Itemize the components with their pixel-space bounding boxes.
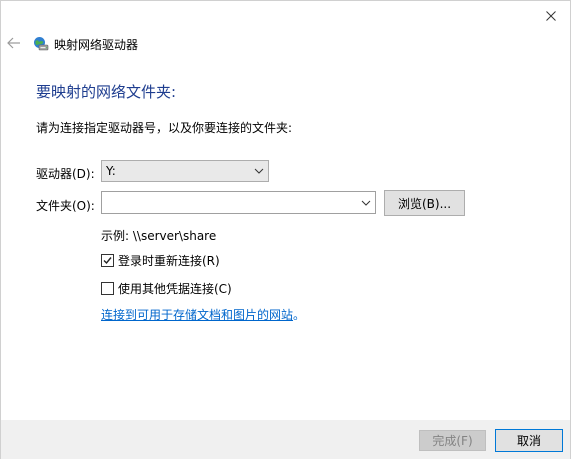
reconnect-option[interactable]: 登录时重新连接(R) xyxy=(101,252,220,269)
checkmark-icon xyxy=(103,257,112,265)
example-text: 示例: \\server\share xyxy=(101,229,217,243)
window-title: 映射网络驱动器 xyxy=(54,37,139,52)
page-heading: 要映射的网络文件夹: xyxy=(36,83,177,101)
reconnect-checkbox[interactable] xyxy=(101,254,114,267)
link-suffix: 。 xyxy=(293,308,306,322)
title-area: 映射网络驱动器 xyxy=(33,34,138,54)
instruction-text: 请为连接指定驱动器号，以及你要连接的文件夹: xyxy=(36,121,293,135)
drive-select-value: Y: xyxy=(106,164,116,178)
folder-label: 文件夹(O): xyxy=(36,199,95,213)
close-button[interactable] xyxy=(534,3,568,29)
browse-button[interactable]: 浏览(B)... xyxy=(384,190,465,216)
website-link-row: 连接到可用于存储文档和图片的网站。 xyxy=(101,306,305,323)
chevron-down-icon[interactable] xyxy=(361,198,371,208)
reconnect-label: 登录时重新连接(R) xyxy=(118,254,220,268)
finish-button[interactable]: 完成(F) xyxy=(419,430,486,451)
other-credentials-label: 使用其他凭据连接(C) xyxy=(118,282,232,296)
close-icon xyxy=(546,11,556,21)
website-link[interactable]: 连接到可用于存储文档和图片的网站 xyxy=(101,308,293,322)
drive-select[interactable]: Y: xyxy=(101,160,269,182)
other-credentials-option[interactable]: 使用其他凭据连接(C) xyxy=(101,280,232,297)
map-network-drive-dialog: 映射网络驱动器 要映射的网络文件夹: 请为连接指定驱动器号，以及你要连接的文件夹… xyxy=(0,0,571,459)
network-drive-icon xyxy=(34,37,49,51)
back-arrow-icon xyxy=(7,37,20,49)
folder-input[interactable] xyxy=(101,191,376,214)
cancel-button[interactable]: 取消 xyxy=(495,429,563,452)
drive-label: 驱动器(D): xyxy=(36,167,95,181)
chevron-down-icon xyxy=(254,168,264,174)
back-button[interactable] xyxy=(4,33,24,53)
other-credentials-checkbox[interactable] xyxy=(101,282,114,295)
